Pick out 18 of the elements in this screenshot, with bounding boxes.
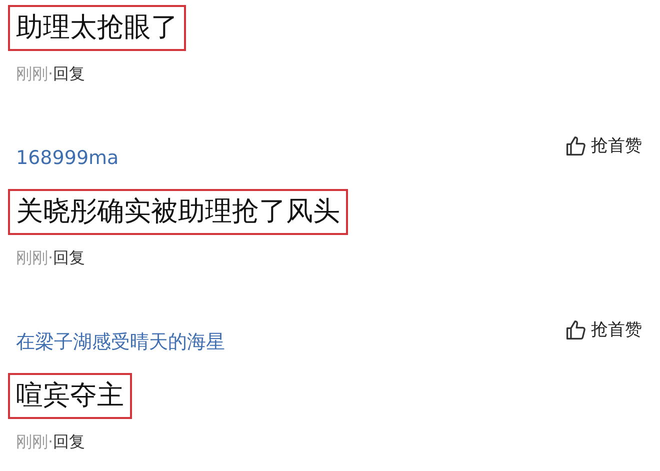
timestamp: 刚刚 [16,247,48,269]
comment-text: 助理太抢眼了 [8,5,186,51]
timestamp: 刚刚 [16,431,48,453]
separator-dot: · [48,431,54,453]
separator-dot: · [48,247,54,269]
username[interactable]: 168999ma [16,145,119,171]
reply-link[interactable]: 回复 [53,63,86,85]
comment-text: 喧宾夺主 [8,373,132,419]
reply-link[interactable]: 回复 [53,431,86,453]
thumbs-up-icon [565,135,587,157]
comment-text: 关晓彤确实被助理抢了风头 [8,189,348,235]
separator-dot: · [48,63,54,85]
like-button[interactable]: 抢首赞 [565,135,642,157]
reply-link[interactable]: 回复 [53,247,86,269]
timestamp: 刚刚 [16,63,48,85]
like-button[interactable]: 抢首赞 [565,319,642,341]
thumbs-up-icon [565,319,587,341]
username[interactable]: 在梁子湖感受晴天的海星 [16,329,225,355]
